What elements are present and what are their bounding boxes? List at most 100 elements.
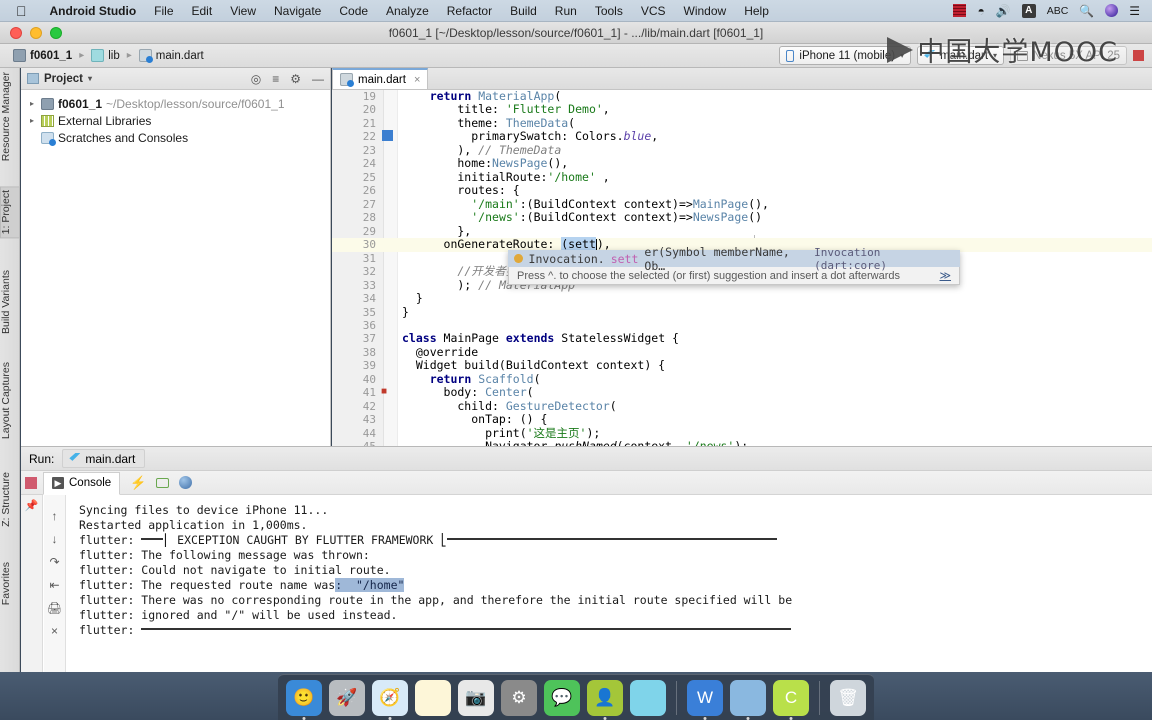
code-line[interactable]: 41 body: Center( bbox=[332, 385, 1152, 399]
run-configuration-selector[interactable]: main.dart ▾ bbox=[917, 46, 1005, 65]
print-icon[interactable]: 🖨 bbox=[47, 601, 62, 615]
menu-view[interactable]: View bbox=[221, 4, 265, 18]
spotlight-icon[interactable]: 🔍 bbox=[1079, 4, 1094, 18]
collapse-all-icon[interactable]: ≡ bbox=[272, 72, 279, 86]
dock-app-notes[interactable] bbox=[415, 679, 451, 716]
tab-console[interactable]: ▶ Console bbox=[43, 471, 121, 495]
project-panel-title-group[interactable]: Project ▾ bbox=[27, 73, 92, 85]
dock-app-finder[interactable]: 🙂 bbox=[286, 679, 322, 720]
run-tab-main-dart[interactable]: main.dart bbox=[62, 449, 146, 468]
menu-navigate[interactable]: Navigate bbox=[265, 4, 330, 18]
avd-selector[interactable]: Nexus 5X API 25 bbox=[1010, 46, 1127, 65]
notification-center-icon[interactable]: ☰ bbox=[1129, 4, 1140, 18]
close-icon[interactable]: × bbox=[51, 624, 58, 638]
breadcrumb-project[interactable]: f0601_1 bbox=[8, 48, 77, 63]
code-line[interactable]: 27 '/main':(BuildContext context)=>MainP… bbox=[332, 197, 1152, 211]
stop-process-button[interactable] bbox=[25, 477, 37, 489]
breadcrumb-file[interactable]: main.dart bbox=[134, 48, 209, 63]
sidebar-item-layout-captures[interactable]: Layout Captures bbox=[0, 358, 20, 443]
screen-recording-icon[interactable] bbox=[953, 4, 967, 17]
code-line[interactable]: 40 return Scaffold( bbox=[332, 372, 1152, 386]
dock-app-photo-booth[interactable]: 📷 bbox=[458, 679, 494, 716]
code-line[interactable]: 23 ), // ThemeData bbox=[332, 143, 1152, 157]
stop-button[interactable] bbox=[1133, 50, 1144, 61]
code-line[interactable]: 38 @override bbox=[332, 345, 1152, 359]
volume-icon[interactable]: 🔊 bbox=[996, 4, 1011, 18]
sidebar-item-build-variants[interactable]: Build Variants bbox=[0, 266, 20, 338]
code-line[interactable]: 42 child: GestureDetector( bbox=[332, 399, 1152, 413]
code-line[interactable]: 24 home:NewsPage(), bbox=[332, 156, 1152, 170]
menu-help[interactable]: Help bbox=[735, 4, 778, 18]
down-arrow-icon[interactable]: ↓ bbox=[52, 532, 58, 546]
siri-icon[interactable] bbox=[1105, 4, 1119, 17]
console-output[interactable]: Syncing files to device iPhone 11... Rest… bbox=[67, 495, 1152, 680]
menu-android-studio[interactable]: Android Studio bbox=[41, 4, 146, 18]
code-line[interactable]: 22 primarySwatch: Colors.blue, bbox=[332, 129, 1152, 143]
code-line[interactable]: 29 }, bbox=[332, 224, 1152, 238]
dock-app-cleaner[interactable]: C bbox=[773, 679, 809, 720]
code-line[interactable]: 26 routes: { bbox=[332, 183, 1152, 197]
code-line[interactable]: 37 class MainPage extends StatelessWidget… bbox=[332, 331, 1152, 345]
dock-app-launchpad[interactable]: 🚀 bbox=[329, 679, 365, 716]
menu-analyze[interactable]: Analyze bbox=[377, 4, 438, 18]
code-line[interactable]: 25 initialRoute:'/home' , bbox=[332, 170, 1152, 184]
autocomplete-item[interactable]: Invocation. sett er(Symbol memberName, Ob…… bbox=[508, 245, 960, 273]
code-line[interactable]: 43 onTap: () { bbox=[332, 412, 1152, 426]
breadcrumb-lib[interactable]: lib bbox=[86, 48, 125, 63]
sidebar-item-project[interactable]: 1: Project bbox=[0, 186, 20, 239]
apple-menu-icon[interactable]:  bbox=[0, 4, 41, 18]
autocomplete-popup[interactable]: Invocation. sett er(Symbol memberName, Ob…… bbox=[508, 245, 960, 285]
code-line[interactable]: 39 Widget build(BuildContext context) { bbox=[332, 358, 1152, 372]
input-source-icon[interactable]: A bbox=[1021, 3, 1036, 18]
menu-tools[interactable]: Tools bbox=[586, 4, 632, 18]
dock-app-stickies[interactable] bbox=[730, 679, 766, 720]
bolt-icon[interactable]: ⚡ bbox=[130, 475, 146, 491]
dock-app-wps-office[interactable]: W bbox=[687, 679, 723, 720]
expand-arrow-icon[interactable]: ▸ bbox=[27, 99, 37, 108]
wifi-icon[interactable]: ◓ bbox=[977, 4, 984, 18]
sidebar-item-structure[interactable]: Z: Structure bbox=[0, 468, 20, 531]
scroll-end-icon[interactable]: ⇤ bbox=[49, 578, 59, 592]
wrap-text-icon[interactable]: ↷ bbox=[49, 555, 59, 569]
tree-node-scratches[interactable]: Scratches and Consoles bbox=[25, 129, 330, 146]
menu-window[interactable]: Window bbox=[675, 4, 736, 18]
code-line[interactable]: 28 '/news':(BuildContext context)=>NewsP… bbox=[332, 210, 1152, 224]
camera-icon[interactable] bbox=[156, 477, 170, 488]
dock-app-safari[interactable]: 🧭 bbox=[372, 679, 408, 720]
code-line[interactable]: 35} bbox=[332, 305, 1152, 319]
hide-icon[interactable]: — bbox=[312, 72, 324, 86]
menu-run[interactable]: Run bbox=[546, 4, 586, 18]
close-tab-icon[interactable]: × bbox=[414, 74, 420, 86]
dock-app-system-preferences[interactable]: ⚙ bbox=[501, 679, 537, 716]
device-selector[interactable]: iPhone 11 (mobile) ▾ bbox=[779, 46, 912, 65]
tab-main-dart[interactable]: main.dart × bbox=[332, 68, 429, 89]
autocomplete-more-link[interactable]: ≫ bbox=[939, 269, 951, 282]
code-line[interactable]: 34 } bbox=[332, 291, 1152, 305]
target-icon[interactable]: ◎ bbox=[251, 72, 261, 86]
up-arrow-icon[interactable]: ↑ bbox=[52, 509, 58, 523]
tree-node-project[interactable]: ▸ f0601_1 ~/Desktop/lesson/source/f0601_… bbox=[25, 95, 330, 112]
menu-refactor[interactable]: Refactor bbox=[438, 4, 501, 18]
dock-app-files-folder[interactable] bbox=[630, 679, 666, 716]
expand-arrow-icon-2[interactable]: ▸ bbox=[27, 116, 37, 125]
dock-app-trash[interactable]: 🗑 bbox=[830, 679, 866, 716]
menu-edit[interactable]: Edit bbox=[183, 4, 222, 18]
code-line[interactable]: 21 theme: ThemeData( bbox=[332, 116, 1152, 130]
sidebar-item-resource-manager[interactable]: Resource Manager bbox=[0, 68, 20, 165]
menu-file[interactable]: File bbox=[145, 4, 182, 18]
code-line[interactable]: 20 title: 'Flutter Demo', bbox=[332, 102, 1152, 116]
globe-icon[interactable] bbox=[179, 476, 193, 489]
tree-node-external-libraries[interactable]: ▸ External Libraries bbox=[25, 112, 330, 129]
code-line[interactable]: 19 return MaterialApp( bbox=[332, 90, 1152, 103]
sidebar-item-favorites[interactable]: Favorites bbox=[0, 558, 20, 609]
dock-app-wechat[interactable]: 💬 bbox=[544, 679, 580, 716]
pin-icon[interactable]: 📌 bbox=[25, 499, 39, 512]
code-line[interactable]: 36 bbox=[332, 319, 1152, 332]
code-line[interactable]: 44 print('这是主页'); bbox=[332, 426, 1152, 440]
code-editor[interactable]: ■ 19 return MaterialApp(20 title: 'Flutt… bbox=[332, 90, 1152, 446]
menu-vcs[interactable]: VCS bbox=[632, 4, 675, 18]
menu-build[interactable]: Build bbox=[501, 4, 546, 18]
dock-app-android-studio[interactable]: 👤 bbox=[587, 679, 623, 720]
settings-gear-icon[interactable]: ⚙ bbox=[290, 72, 301, 86]
menu-code[interactable]: Code bbox=[330, 4, 377, 18]
